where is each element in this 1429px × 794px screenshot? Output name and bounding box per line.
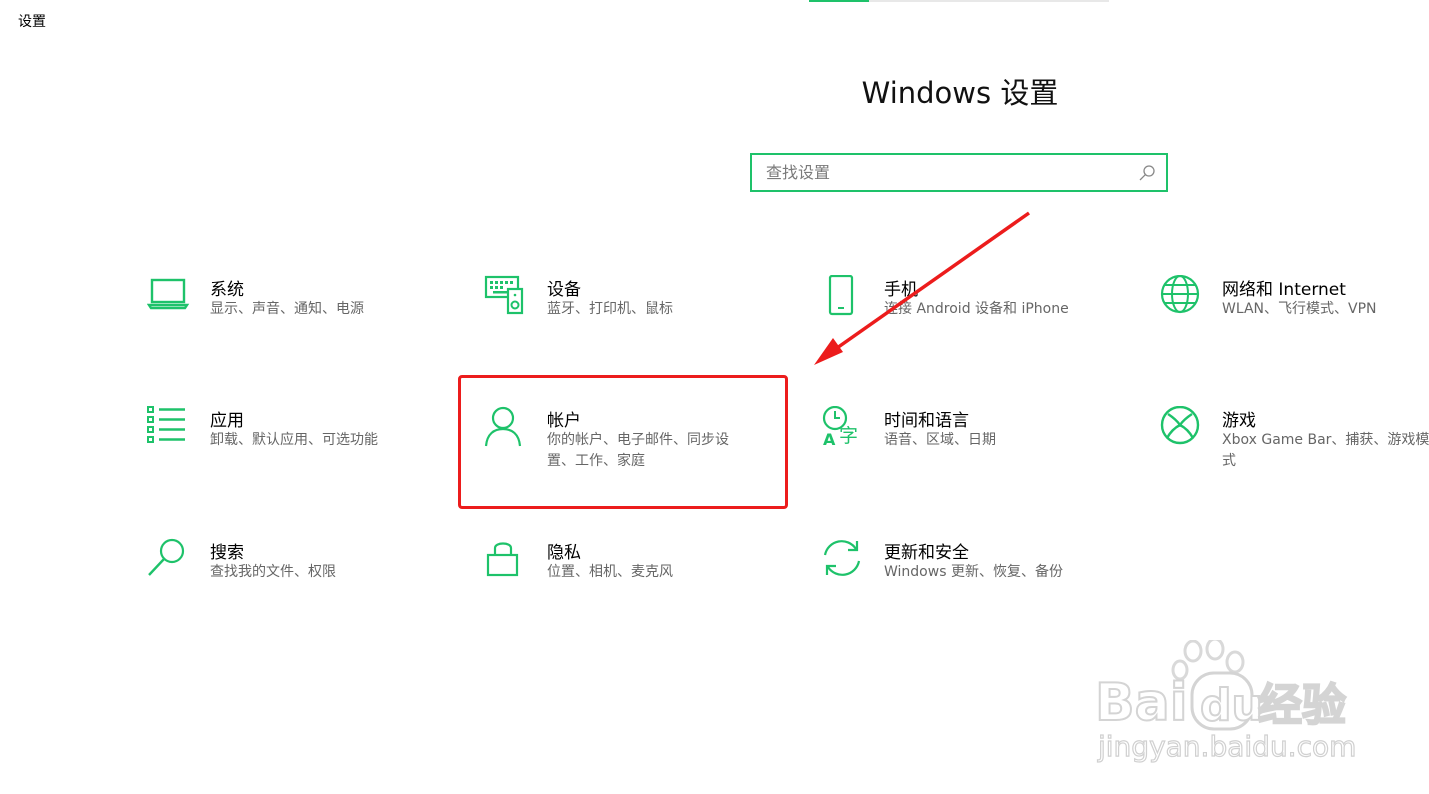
tile-label: 隐私 (547, 543, 581, 563)
tile-description: 显示、声音、通知、电源 (210, 301, 364, 317)
tile-description: Windows 更新、恢复、备份 (884, 564, 1063, 580)
svg-text:Bai: Bai (1095, 673, 1188, 733)
tile-label: 设备 (547, 280, 581, 300)
svg-text:jingyan.baidu.com: jingyan.baidu.com (1097, 730, 1356, 763)
lock-icon (486, 542, 519, 577)
window-title: 设置 (18, 14, 46, 30)
tile-description: 查找我的文件、权限 (210, 564, 336, 580)
search-magnifier-icon (148, 538, 185, 576)
tile-label: 网络和 Internet (1222, 280, 1346, 300)
search-icon[interactable] (1138, 164, 1156, 182)
search-input[interactable] (752, 155, 1126, 190)
annotation-arrow (814, 211, 1031, 365)
tile-label: 应用 (210, 411, 244, 431)
page-title: Windows 设置 (861, 76, 1059, 110)
svg-text:字: 字 (839, 425, 858, 447)
laptop-icon (147, 278, 190, 310)
tile-description: 卸载、默认应用、可选功能 (210, 432, 378, 448)
top-progress-strip (809, 0, 1109, 2)
tile-description: Xbox Game Bar、捕获、游戏模式 (1222, 432, 1429, 469)
xbox-icon (1160, 406, 1200, 445)
tile-description: 蓝牙、打印机、鼠标 (547, 301, 673, 317)
baidu-watermark-logo: Bai du 经验 jingyan.baidu.com (1094, 640, 1357, 764)
time-language-icon: A 字 (822, 406, 858, 449)
svg-text:A: A (823, 430, 836, 449)
annotation-highlight-box (458, 375, 788, 509)
svg-text:du: du (1200, 680, 1263, 731)
tile-description: WLAN、飞行模式、VPN (1222, 301, 1377, 317)
tile-label: 搜索 (210, 543, 244, 563)
tile-label: 游戏 (1222, 411, 1256, 431)
svg-text:经验: 经验 (1258, 680, 1346, 731)
tile-description: 位置、相机、麦克风 (547, 564, 673, 580)
search-box[interactable] (750, 153, 1168, 192)
apps-list-icon (147, 406, 185, 443)
tile-label: 系统 (210, 280, 244, 300)
sync-icon (823, 540, 861, 576)
devices-icon (484, 275, 524, 315)
tile-label: 时间和语言 (884, 411, 969, 431)
tile-description: 语音、区域、日期 (884, 432, 996, 448)
globe-icon (1160, 275, 1200, 314)
tile-label: 更新和安全 (884, 543, 969, 563)
